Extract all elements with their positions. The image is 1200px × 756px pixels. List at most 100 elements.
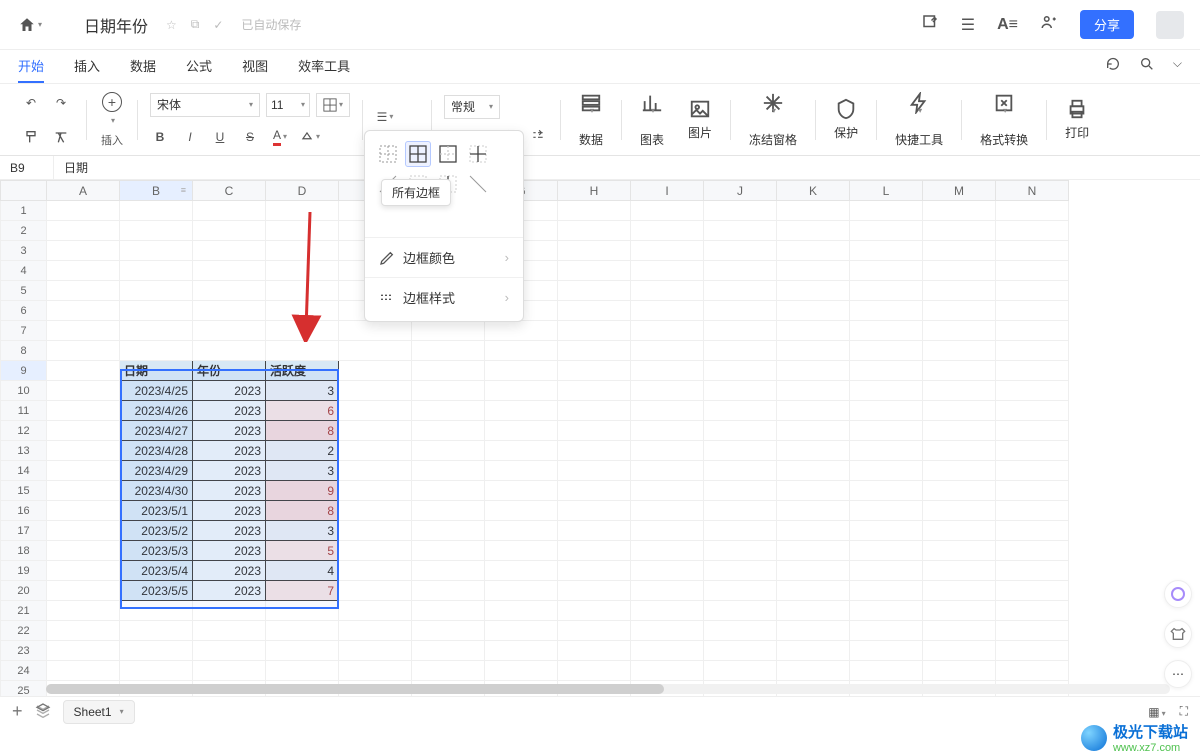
border-diag2-icon[interactable] [465, 171, 491, 197]
cell[interactable] [558, 361, 631, 381]
cell[interactable] [923, 481, 996, 501]
bold-button[interactable]: B [150, 127, 170, 147]
row-header-4[interactable]: 4 [1, 261, 47, 281]
cell[interactable] [485, 441, 558, 461]
cell[interactable] [704, 241, 777, 261]
cell[interactable]: 2023/4/29 [120, 461, 193, 481]
cell[interactable] [558, 221, 631, 241]
row-header-12[interactable]: 12 [1, 421, 47, 441]
tshirt-icon[interactable] [1164, 620, 1192, 648]
cell[interactable] [996, 481, 1069, 501]
col-header-A[interactable]: A [47, 181, 120, 201]
cell[interactable] [777, 561, 850, 581]
cell[interactable]: 日期 [120, 361, 193, 381]
row-header-18[interactable]: 18 [1, 541, 47, 561]
cell[interactable] [120, 301, 193, 321]
cell[interactable]: 2023 [193, 441, 266, 461]
dec-dec-button[interactable] [528, 125, 548, 145]
cell[interactable] [777, 301, 850, 321]
cell[interactable] [777, 461, 850, 481]
row-header-22[interactable]: 22 [1, 621, 47, 641]
cell[interactable] [996, 241, 1069, 261]
cell[interactable] [339, 341, 412, 361]
ai-assistant-icon[interactable] [1164, 580, 1192, 608]
col-header-C[interactable]: C [193, 181, 266, 201]
collapse-icon[interactable]: ⌵ [1173, 56, 1182, 75]
sheet-list-icon[interactable] [35, 702, 51, 721]
cell[interactable] [923, 281, 996, 301]
cell[interactable] [704, 401, 777, 421]
cell[interactable] [850, 381, 923, 401]
cell[interactable] [558, 381, 631, 401]
rewind-icon[interactable] [1105, 56, 1121, 75]
cell[interactable] [704, 321, 777, 341]
cell[interactable] [777, 321, 850, 341]
cell[interactable] [47, 301, 120, 321]
cell[interactable]: 2023/5/5 [120, 581, 193, 601]
cell[interactable] [631, 421, 704, 441]
cell[interactable] [412, 401, 485, 421]
cell[interactable] [996, 561, 1069, 581]
cell[interactable] [558, 481, 631, 501]
cell[interactable] [558, 261, 631, 281]
add-circle-icon[interactable]: + [102, 92, 122, 112]
cell[interactable] [850, 641, 923, 661]
cell[interactable] [47, 381, 120, 401]
cell[interactable] [923, 541, 996, 561]
cell[interactable] [47, 581, 120, 601]
cell[interactable] [47, 341, 120, 361]
cell[interactable] [704, 301, 777, 321]
cell[interactable] [47, 321, 120, 341]
border-all-icon[interactable] [405, 141, 431, 167]
cell[interactable] [631, 381, 704, 401]
cell[interactable] [704, 381, 777, 401]
cell[interactable] [704, 281, 777, 301]
cell[interactable] [193, 201, 266, 221]
cell[interactable] [120, 241, 193, 261]
row-header-11[interactable]: 11 [1, 401, 47, 421]
cell[interactable] [47, 261, 120, 281]
cell[interactable] [120, 221, 193, 241]
cell[interactable]: 5 [266, 541, 339, 561]
cell[interactable] [704, 341, 777, 361]
cell[interactable] [996, 441, 1069, 461]
cell[interactable] [777, 501, 850, 521]
tab-data[interactable]: 数据 [130, 56, 156, 83]
cell[interactable] [412, 561, 485, 581]
cell[interactable] [558, 581, 631, 601]
cell[interactable] [485, 641, 558, 661]
cell[interactable] [485, 581, 558, 601]
cell[interactable] [631, 401, 704, 421]
cell[interactable]: 4 [266, 561, 339, 581]
cell[interactable]: 3 [266, 381, 339, 401]
cell[interactable] [631, 241, 704, 261]
col-header-J[interactable]: J [704, 181, 777, 201]
cell[interactable] [631, 641, 704, 661]
row-header-16[interactable]: 16 [1, 501, 47, 521]
cell[interactable]: 2023 [193, 401, 266, 421]
cell[interactable] [850, 441, 923, 461]
cell[interactable] [339, 381, 412, 401]
cell[interactable] [850, 401, 923, 421]
avatar[interactable] [1156, 11, 1184, 39]
cell[interactable] [47, 361, 120, 381]
cell[interactable] [996, 421, 1069, 441]
numfmt-select[interactable]: 常规▾ [444, 95, 500, 119]
cell[interactable] [777, 581, 850, 601]
italic-button[interactable]: I [180, 127, 200, 147]
cell[interactable] [193, 661, 266, 681]
border-none-icon[interactable] [375, 141, 401, 167]
cell[interactable] [339, 561, 412, 581]
border-inner-icon[interactable] [465, 141, 491, 167]
search-icon[interactable] [1139, 56, 1155, 75]
cell[interactable] [996, 461, 1069, 481]
cell[interactable] [558, 661, 631, 681]
cell[interactable]: 2023 [193, 541, 266, 561]
cell[interactable] [996, 601, 1069, 621]
row-header-19[interactable]: 19 [1, 561, 47, 581]
cell[interactable] [412, 661, 485, 681]
cell[interactable] [850, 601, 923, 621]
cell[interactable]: 2023/4/25 [120, 381, 193, 401]
cell[interactable] [339, 401, 412, 421]
col-header-I[interactable]: I [631, 181, 704, 201]
